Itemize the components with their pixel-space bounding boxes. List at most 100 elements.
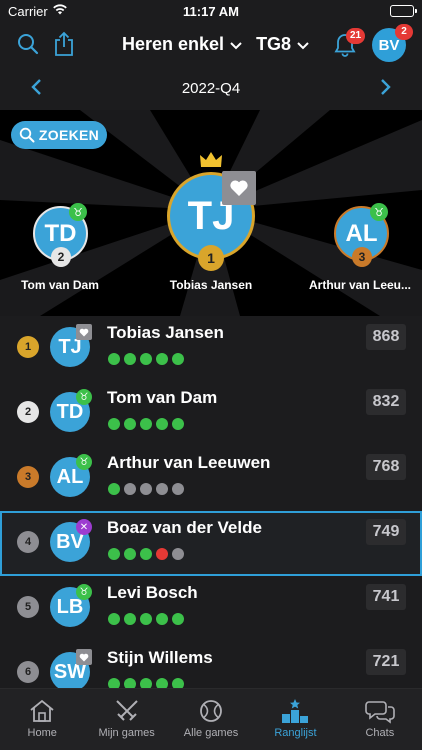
- tab-label: Chats: [365, 727, 395, 739]
- form-dot-win: [108, 613, 120, 625]
- tab-chats[interactable]: Chats: [338, 689, 422, 750]
- tab-label: Alle games: [183, 727, 239, 739]
- taurus-icon: ♉: [76, 389, 92, 405]
- rank-medal: 2: [51, 247, 71, 267]
- podium-name: Arthur van Leeu...: [308, 278, 412, 292]
- form-dot-win: [172, 353, 184, 365]
- heart-icon: [76, 649, 92, 665]
- podium-icon: [280, 697, 310, 725]
- form-dot-win: [108, 418, 120, 430]
- score: 741: [366, 584, 406, 610]
- form-dot-win: [124, 418, 136, 430]
- form-dot-win: [156, 353, 168, 365]
- top-bar: Heren enkel TG8 21 BV 2: [0, 24, 422, 66]
- score: 768: [366, 454, 406, 480]
- search-button[interactable]: ZOEKEN: [11, 121, 107, 149]
- form-dot-win: [108, 483, 120, 495]
- form-dot-win: [156, 613, 168, 625]
- form-dot-win: [108, 548, 120, 560]
- tab-ranglijst[interactable]: Ranglijst: [253, 689, 337, 750]
- form-dot-win: [140, 418, 152, 430]
- chevron-down-icon: [297, 34, 309, 55]
- form-dot-win: [124, 613, 136, 625]
- tab-mijn-games[interactable]: Mijn games: [84, 689, 168, 750]
- ranking-row[interactable]: 1 TJ Tobias Jansen 868: [0, 316, 422, 381]
- ranking-row[interactable]: 5 LB ♉ Levi Bosch 741: [0, 576, 422, 641]
- form-dots: [108, 353, 188, 365]
- rank-circle: 4: [17, 531, 39, 553]
- share-icon[interactable]: [50, 29, 78, 59]
- score: 749: [366, 519, 406, 545]
- player-name: Boaz van der Velde: [107, 518, 262, 537]
- taurus-icon: ♉: [69, 203, 87, 221]
- form-dot-none: [156, 483, 168, 495]
- period-label: 2022-Q4: [181, 80, 241, 97]
- form-dot-none: [172, 548, 184, 560]
- rank-circle: 2: [17, 401, 39, 423]
- rank-circle: 3: [17, 466, 39, 488]
- tab-label: Mijn games: [98, 727, 155, 739]
- title-group: Heren enkel TG8: [122, 34, 323, 55]
- ranking-row[interactable]: 3 AL ♉ Arthur van Leeuwen 768: [0, 446, 422, 511]
- form-dot-win: [172, 418, 184, 430]
- rank-circle: 6: [17, 661, 39, 683]
- heart-icon: [222, 171, 256, 205]
- score: 832: [366, 389, 406, 415]
- ball-icon: [197, 697, 225, 725]
- ranking-row[interactable]: 2 TD ♉ Tom van Dam 832: [0, 381, 422, 446]
- tab-alle-games[interactable]: Alle games: [169, 689, 253, 750]
- rank-medal: 1: [198, 245, 224, 271]
- taurus-icon: ♉: [76, 584, 92, 600]
- form-dot-win: [124, 548, 136, 560]
- home-icon: [28, 697, 56, 725]
- form-dot-win: [156, 418, 168, 430]
- form-dots: [108, 613, 188, 625]
- score: 721: [366, 649, 406, 675]
- podium-name: Tobias Jansen: [169, 278, 253, 292]
- period-navigator: 2022-Q4: [0, 70, 422, 108]
- form-dot-none: [124, 483, 136, 495]
- search-button-label: ZOEKEN: [38, 127, 100, 143]
- competition-dropdown[interactable]: Heren enkel: [122, 34, 242, 55]
- form-dots: [108, 548, 188, 560]
- player-name: Tom van Dam: [107, 388, 218, 407]
- tab-label: Ranglijst: [274, 727, 317, 739]
- form-dot-none: [140, 483, 152, 495]
- podium-name: Tom van Dam: [21, 278, 99, 292]
- user-avatar-badge: 2: [395, 24, 413, 40]
- chevron-down-icon: [230, 34, 242, 55]
- battery-icon: [390, 5, 417, 17]
- rank-medal: 3: [352, 247, 372, 267]
- chevron-right-icon[interactable]: [380, 78, 392, 101]
- swords-icon: ✕: [76, 519, 92, 535]
- search-icon: [19, 127, 35, 143]
- status-bar: Carrier 11:17 AM: [0, 0, 422, 24]
- player-name: Levi Bosch: [107, 583, 198, 602]
- form-dot-win: [108, 353, 120, 365]
- tab-home[interactable]: Home: [0, 689, 84, 750]
- tab-bar: Home Mijn games Alle games Ranglijst Cha…: [0, 688, 422, 750]
- ranking-row-current-user[interactable]: 4 BV ✕ Boaz van der Velde 749: [0, 511, 422, 576]
- form-dot-win: [140, 353, 152, 365]
- group-dropdown[interactable]: TG8: [256, 34, 309, 55]
- taurus-icon: ♉: [76, 454, 92, 470]
- form-dot-win: [124, 353, 136, 365]
- swords-icon: [113, 697, 141, 725]
- heart-icon: [76, 324, 92, 340]
- clock: 11:17 AM: [183, 4, 239, 19]
- search-icon[interactable]: [14, 30, 42, 58]
- notifications-badge: 21: [346, 28, 366, 44]
- rank-circle: 1: [17, 336, 39, 358]
- score: 868: [366, 324, 406, 350]
- form-dots: [108, 483, 188, 495]
- form-dot-none: [172, 483, 184, 495]
- crown-icon: [199, 151, 223, 174]
- player-name: Arthur van Leeuwen: [107, 453, 271, 472]
- player-name: Stijn Willems: [107, 648, 213, 667]
- form-dot-win: [140, 613, 152, 625]
- taurus-icon: ♉: [370, 203, 388, 221]
- podium: ZOEKEN TD ♉ 2 Tom van Dam TJ 1 Tobias Ja…: [0, 110, 422, 316]
- form-dot-win: [140, 548, 152, 560]
- chat-icon: [365, 697, 395, 725]
- form-dot-loss: [156, 548, 168, 560]
